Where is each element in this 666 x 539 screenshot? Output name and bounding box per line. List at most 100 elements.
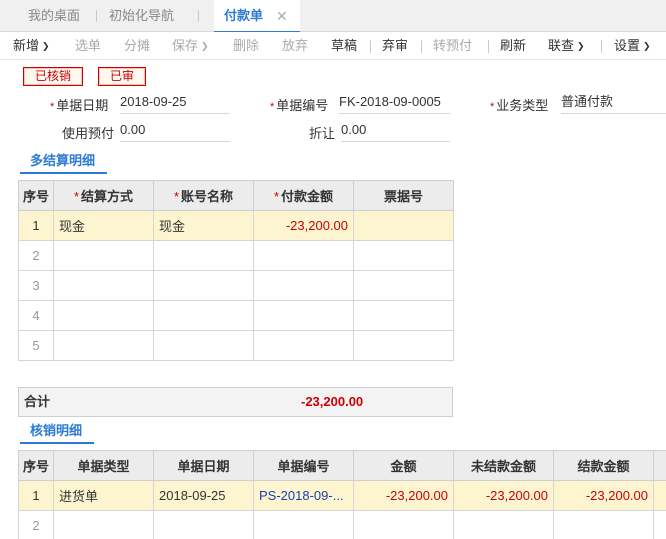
settle-method-cell[interactable]: [53, 270, 154, 301]
tab-divider: [198, 10, 199, 22]
col-header: 金额: [353, 450, 454, 481]
required-marker: *: [73, 189, 80, 204]
tab-my-desktop[interactable]: 我的桌面: [28, 0, 80, 32]
unreview-button[interactable]: 弃审: [382, 32, 408, 60]
col-header: 序号: [18, 450, 54, 481]
table-row[interactable]: 4: [18, 300, 454, 331]
new-button[interactable]: 新增 ❯: [13, 32, 50, 60]
refresh-button[interactable]: 刷新: [500, 32, 526, 60]
bill-no-cell[interactable]: [353, 210, 454, 241]
table-row[interactable]: 5: [18, 330, 454, 361]
discount-field[interactable]: 0.00: [341, 120, 450, 142]
doc-type-cell[interactable]: 进货单: [53, 480, 154, 511]
row-number: 1: [18, 210, 54, 241]
pay-amount-cell[interactable]: [253, 270, 354, 301]
settings-label: 设置: [614, 38, 641, 53]
account-name-cell[interactable]: [153, 270, 254, 301]
toolbar-divider: [601, 40, 602, 53]
use-prepay-field[interactable]: 0.00: [120, 120, 230, 142]
new-label: 新增: [13, 38, 40, 53]
close-icon[interactable]: ✕: [276, 0, 288, 32]
toolbar-divider: [370, 40, 371, 53]
discard-button[interactable]: 放弃: [282, 32, 308, 60]
reviewed-stamp: 已审: [98, 67, 146, 86]
doc-type-cell[interactable]: [53, 510, 154, 539]
chevron-down-icon: ❯: [643, 41, 651, 51]
account-name-cell[interactable]: [153, 300, 254, 331]
doc-date-label-text: 单据日期: [56, 98, 109, 113]
col-header: * 结算方式: [53, 180, 154, 211]
total-amount: -23,200.00: [301, 394, 364, 409]
account-name-cell[interactable]: [153, 240, 254, 271]
bill-no-cell[interactable]: [353, 300, 454, 331]
settle-section-title: 多结算明细: [20, 150, 108, 174]
pay-amount-cell[interactable]: [253, 300, 354, 331]
doc-no-link[interactable]: [253, 510, 354, 539]
pay-amount-cell[interactable]: [253, 330, 354, 361]
table-row[interactable]: 1 现金 现金 -23,200.00: [18, 210, 454, 241]
row-number: 5: [18, 330, 54, 361]
total-label: 合计: [24, 394, 51, 409]
col-header-text: 账号名称: [181, 189, 234, 204]
verify-section-title: 核销明细: [20, 420, 95, 444]
unsettled-amount-cell[interactable]: [453, 510, 554, 539]
required-marker: *: [173, 189, 180, 204]
doc-date-cell[interactable]: [153, 510, 254, 539]
biz-type-label-text: 业务类型: [496, 98, 549, 113]
save-button[interactable]: 保存 ❯: [172, 32, 209, 60]
doc-no-link[interactable]: PS-2018-09-...: [253, 480, 354, 511]
col-header: 序号: [18, 180, 54, 211]
overflow-cell: [653, 480, 666, 511]
account-name-cell[interactable]: 现金: [153, 210, 254, 241]
account-name-cell[interactable]: [153, 330, 254, 361]
save-label: 保存: [172, 38, 199, 53]
settings-button[interactable]: 设置 ❯: [614, 32, 651, 60]
amount-cell[interactable]: [353, 510, 454, 539]
bill-no-cell[interactable]: [353, 330, 454, 361]
table-row[interactable]: 2: [18, 510, 666, 539]
amount-cell[interactable]: -23,200.00: [353, 480, 454, 511]
bill-no-cell[interactable]: [353, 240, 454, 271]
tab-label: 付款单: [224, 8, 264, 23]
draft-button[interactable]: 草稿: [331, 32, 357, 60]
verify-table: 序号 单据类型 单据日期 单据编号 金额 未结款金额 结款金额 1 进货单 20…: [18, 450, 666, 539]
doc-date-field[interactable]: 2018-09-25: [120, 92, 230, 114]
settle-method-cell[interactable]: [53, 300, 154, 331]
settle-method-cell[interactable]: 现金: [53, 210, 154, 241]
table-row[interactable]: 3: [18, 270, 454, 301]
delete-button[interactable]: 删除: [233, 32, 259, 60]
doc-no-field[interactable]: FK-2018-09-0005: [339, 92, 450, 114]
doc-no-label-text: 单据编号: [276, 98, 329, 113]
use-prepay-label: 使用预付: [62, 126, 115, 141]
tab-payment-voucher[interactable]: 付款单 ✕: [214, 0, 300, 33]
pay-amount-cell[interactable]: [253, 240, 354, 271]
table-row[interactable]: 1 进货单 2018-09-25 PS-2018-09-... -23,200.…: [18, 480, 666, 511]
to-prepay-button[interactable]: 转预付: [433, 32, 472, 60]
settled-amount-cell[interactable]: -23,200.00: [553, 480, 654, 511]
row-number: 2: [18, 510, 54, 539]
settled-amount-cell[interactable]: [553, 510, 654, 539]
settle-method-cell[interactable]: [53, 330, 154, 361]
overflow-cell: [653, 510, 666, 539]
table-row[interactable]: 2: [18, 240, 454, 271]
col-header: 单据类型: [53, 450, 154, 481]
bill-no-cell[interactable]: [353, 270, 454, 301]
settle-method-cell[interactable]: [53, 240, 154, 271]
col-header: 票据号: [353, 180, 454, 211]
query-button[interactable]: 联查 ❯: [548, 32, 585, 60]
allocate-button[interactable]: 分摊: [124, 32, 150, 60]
doc-date-cell[interactable]: 2018-09-25: [153, 480, 254, 511]
pay-amount-cell[interactable]: -23,200.00: [253, 210, 354, 241]
biz-type-field[interactable]: 普通付款: [561, 92, 666, 114]
unsettled-amount-cell[interactable]: -23,200.00: [453, 480, 554, 511]
tab-init-guide[interactable]: 初始化导航: [109, 0, 174, 32]
toolbar-divider: [488, 40, 489, 53]
required-marker: *: [270, 101, 275, 113]
chevron-down-icon: ❯: [201, 41, 209, 51]
settle-total-bar: 合计 -23,200.00: [18, 387, 453, 417]
required-marker: *: [490, 101, 495, 113]
tab-bar: 我的桌面 初始化导航 付款单 ✕: [0, 0, 666, 33]
required-marker: *: [50, 101, 55, 113]
select-button[interactable]: 选单: [75, 32, 101, 60]
settle-table: 序号 * 结算方式 * 账号名称 * 付款金额 票据号 1 现金 现金 -23,200…: [18, 180, 454, 361]
